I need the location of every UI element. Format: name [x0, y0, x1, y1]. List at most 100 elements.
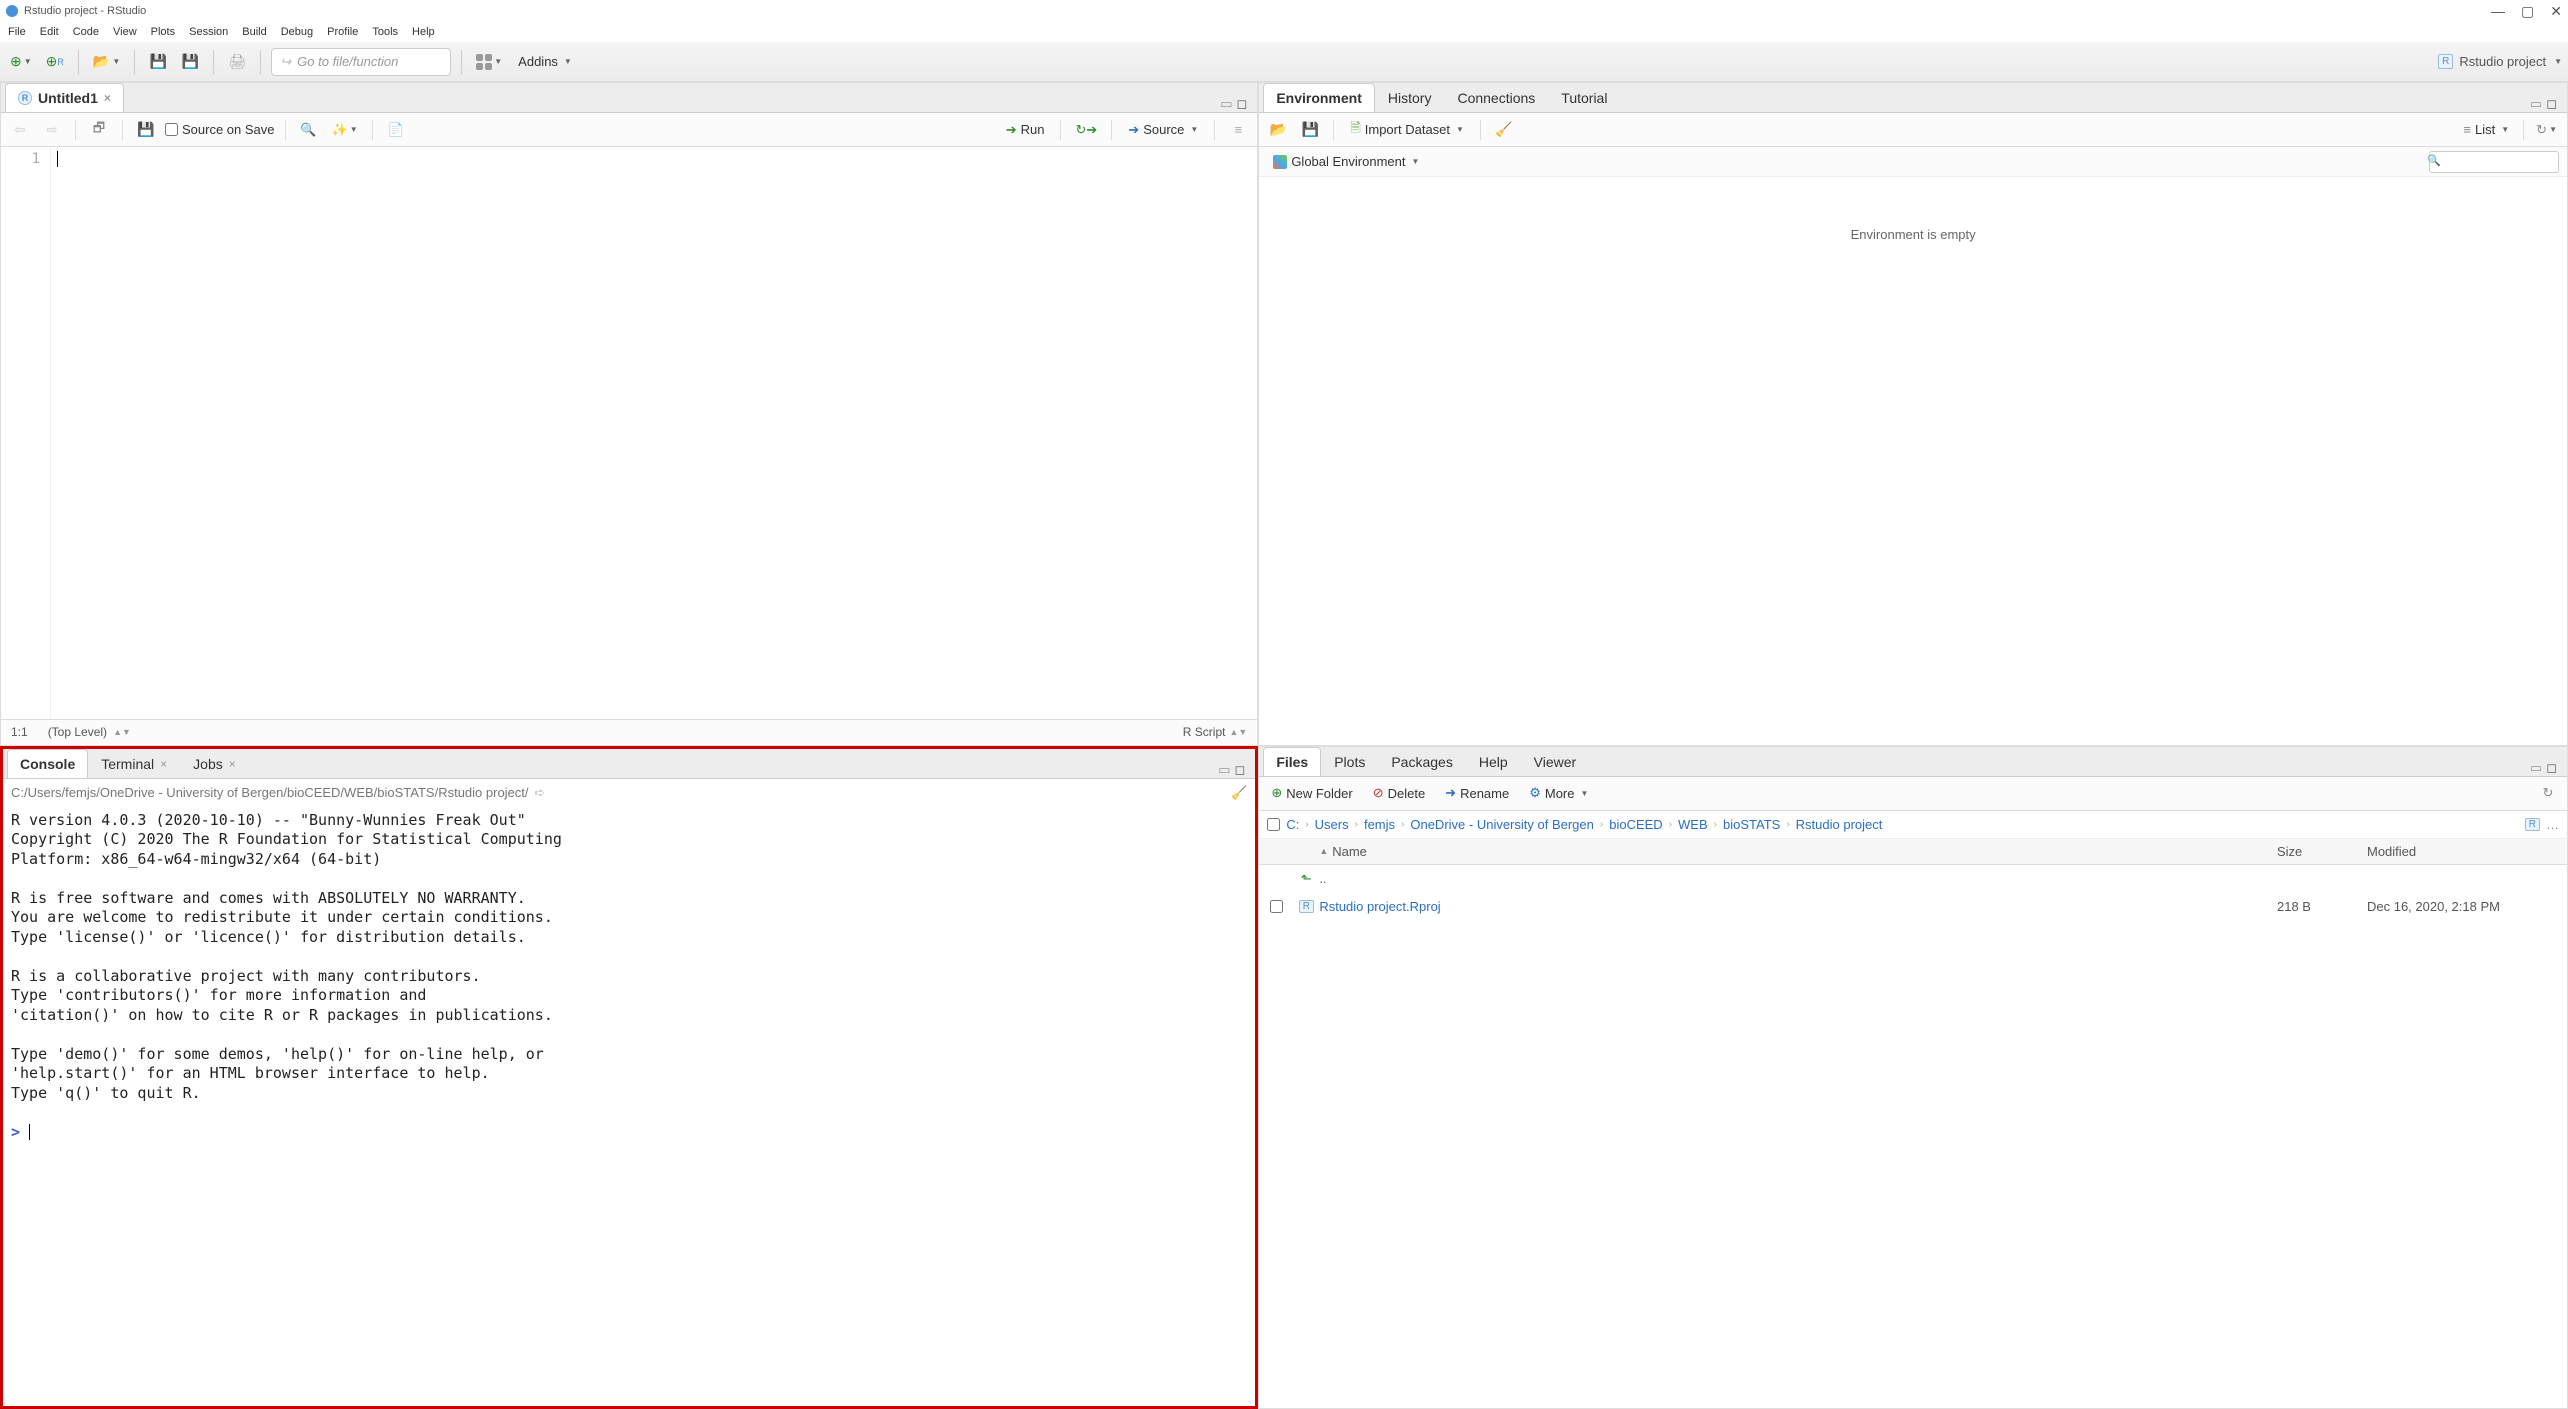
language-selector[interactable]: R Script▲▼	[1183, 725, 1248, 739]
clear-console-icon[interactable]: 🧹	[1231, 785, 1247, 801]
tab-plots[interactable]: Plots	[1321, 747, 1378, 776]
compile-report-button[interactable]: 📄	[383, 117, 409, 143]
breadcrumb-segment[interactable]: femjs	[1364, 817, 1395, 832]
console-output[interactable]: R version 4.0.3 (2020-10-10) -- "Bunny-W…	[3, 807, 1255, 1407]
breadcrumb-segment[interactable]: Rstudio project	[1796, 817, 1883, 832]
maximize-pane-icon[interactable]: ◻	[2546, 96, 2557, 112]
tab-viewer[interactable]: Viewer	[1521, 747, 1590, 776]
save-button[interactable]: 💾	[145, 49, 171, 75]
rerun-button[interactable]: ↻➔	[1071, 117, 1101, 143]
env-scope-selector[interactable]: Global Environment▼	[1267, 149, 1425, 175]
tab-tutorial[interactable]: Tutorial	[1548, 83, 1620, 112]
tab-jobs[interactable]: Jobs×	[180, 749, 249, 778]
tab-connections[interactable]: Connections	[1444, 83, 1548, 112]
minimize-pane-icon[interactable]: ▭	[1218, 762, 1230, 778]
maximize-pane-icon[interactable]: ◻	[1237, 96, 1248, 112]
editor-text[interactable]	[51, 147, 1257, 719]
minimize-pane-icon[interactable]: ▭	[2530, 96, 2542, 112]
refresh-env-button[interactable]: ↻▼	[2532, 117, 2561, 143]
tab-help[interactable]: Help	[1466, 747, 1521, 776]
breadcrumb-segment[interactable]: bioCEED	[1609, 817, 1662, 832]
menu-debug[interactable]: Debug	[281, 26, 313, 38]
project-picker[interactable]: R Rstudio project ▼	[2438, 54, 2562, 69]
maximize-pane-icon[interactable]: ◻	[1235, 762, 1246, 778]
open-file-button[interactable]: 📂▼	[89, 49, 124, 75]
save-source-button[interactable]: 💾	[133, 117, 159, 143]
new-folder-button[interactable]: ⊕New Folder	[1265, 780, 1358, 806]
col-size[interactable]: Size	[2277, 844, 2367, 859]
goto-file-input[interactable]: ↪ Go to file/function	[271, 48, 451, 76]
tab-packages[interactable]: Packages	[1378, 747, 1465, 776]
breadcrumb-segment[interactable]: WEB	[1678, 817, 1708, 832]
menu-code[interactable]: Code	[73, 26, 99, 38]
code-tools-button[interactable]: ✨▼	[328, 117, 362, 143]
env-search-input[interactable]	[2429, 151, 2559, 173]
menu-view[interactable]: View	[113, 26, 137, 38]
tab-files[interactable]: Files	[1263, 747, 1321, 776]
source-on-save-toggle[interactable]: Source on Save	[165, 122, 275, 137]
view-mode-button[interactable]: ≡List▼	[2457, 117, 2515, 143]
close-button[interactable]: ✕	[2550, 3, 2562, 20]
new-file-button[interactable]: ⊕▼	[6, 49, 36, 75]
select-all-checkbox[interactable]	[1267, 818, 1280, 831]
editor-body[interactable]: 1	[1, 147, 1257, 719]
breadcrumb-segment[interactable]: C:	[1286, 817, 1299, 832]
rproj-icon[interactable]: R	[2525, 818, 2540, 831]
rename-button[interactable]: ➜Rename	[1439, 780, 1515, 806]
file-row[interactable]: R Rstudio project.Rproj 218 B Dec 16, 20…	[1259, 893, 2567, 921]
menu-profile[interactable]: Profile	[327, 26, 358, 38]
refresh-files-button[interactable]: ↻	[2535, 780, 2561, 806]
load-workspace-button[interactable]: 📂	[1265, 117, 1291, 143]
goto-dir-icon[interactable]: ➪	[535, 785, 546, 801]
more-button[interactable]: ⚙More▼	[1523, 780, 1594, 806]
source-nav-back[interactable]: ⇦	[7, 117, 33, 143]
file-name[interactable]: Rstudio project.Rproj	[1319, 899, 2277, 914]
delete-button[interactable]: ⊘Delete	[1367, 780, 1431, 806]
tab-console[interactable]: Console	[7, 749, 88, 778]
minimize-button[interactable]: —	[2491, 3, 2505, 20]
menu-tools[interactable]: Tools	[372, 26, 398, 38]
import-dataset-button[interactable]: 🗎Import Dataset▼	[1344, 117, 1470, 143]
menu-edit[interactable]: Edit	[40, 26, 59, 38]
tab-history[interactable]: History	[1375, 83, 1445, 112]
save-workspace-button[interactable]: 💾	[1297, 117, 1323, 143]
menu-file[interactable]: File	[8, 26, 26, 38]
run-button[interactable]: ➔Run	[1000, 117, 1051, 143]
file-row-updir[interactable]: ⬑ ..	[1259, 865, 2567, 893]
file-row-checkbox[interactable]	[1270, 900, 1283, 913]
menu-plots[interactable]: Plots	[151, 26, 175, 38]
tab-environment[interactable]: Environment	[1263, 83, 1375, 112]
outline-button[interactable]: ≡	[1225, 117, 1251, 143]
close-icon[interactable]: ×	[104, 91, 111, 105]
clear-workspace-button[interactable]: 🧹	[1491, 117, 1517, 143]
addins-button[interactable]: Addins▼	[512, 49, 578, 75]
menu-help[interactable]: Help	[412, 26, 435, 38]
col-name[interactable]: Name	[1332, 844, 1367, 859]
breadcrumb-segment[interactable]: Users	[1315, 817, 1349, 832]
find-button[interactable]: 🔍	[296, 117, 322, 143]
breadcrumb-segment[interactable]: OneDrive - University of Bergen	[1410, 817, 1594, 832]
close-icon[interactable]: ×	[160, 757, 167, 771]
sort-asc-icon[interactable]: ▲	[1319, 846, 1328, 856]
new-project-button[interactable]: ⊕R	[42, 49, 68, 75]
maximize-pane-icon[interactable]: ◻	[2546, 760, 2557, 776]
save-all-button[interactable]: 💾	[177, 49, 203, 75]
scope-selector[interactable]: (Top Level)▲▼	[48, 725, 131, 739]
col-modified[interactable]: Modified	[2367, 844, 2567, 859]
workspace-panes-button[interactable]: ▼	[472, 49, 506, 75]
source-tab-untitled[interactable]: R Untitled1 ×	[5, 83, 124, 112]
tab-terminal[interactable]: Terminal×	[88, 749, 180, 778]
source-nav-fwd[interactable]: ⇨	[39, 117, 65, 143]
show-in-new-window[interactable]: 🗗	[86, 117, 112, 143]
close-icon[interactable]: ×	[229, 757, 236, 771]
print-button[interactable]: 🖨	[224, 49, 250, 75]
source-on-save-checkbox[interactable]	[165, 123, 178, 136]
breadcrumb-segment[interactable]: bioSTATS	[1723, 817, 1780, 832]
minimize-pane-icon[interactable]: ▭	[1220, 96, 1232, 112]
menu-build[interactable]: Build	[242, 26, 266, 38]
source-button[interactable]: ➔Source▼	[1122, 117, 1204, 143]
more-path-button[interactable]: …	[2546, 817, 2559, 832]
menu-session[interactable]: Session	[189, 26, 228, 38]
minimize-pane-icon[interactable]: ▭	[2530, 760, 2542, 776]
maximize-button[interactable]: ▢	[2521, 3, 2534, 20]
